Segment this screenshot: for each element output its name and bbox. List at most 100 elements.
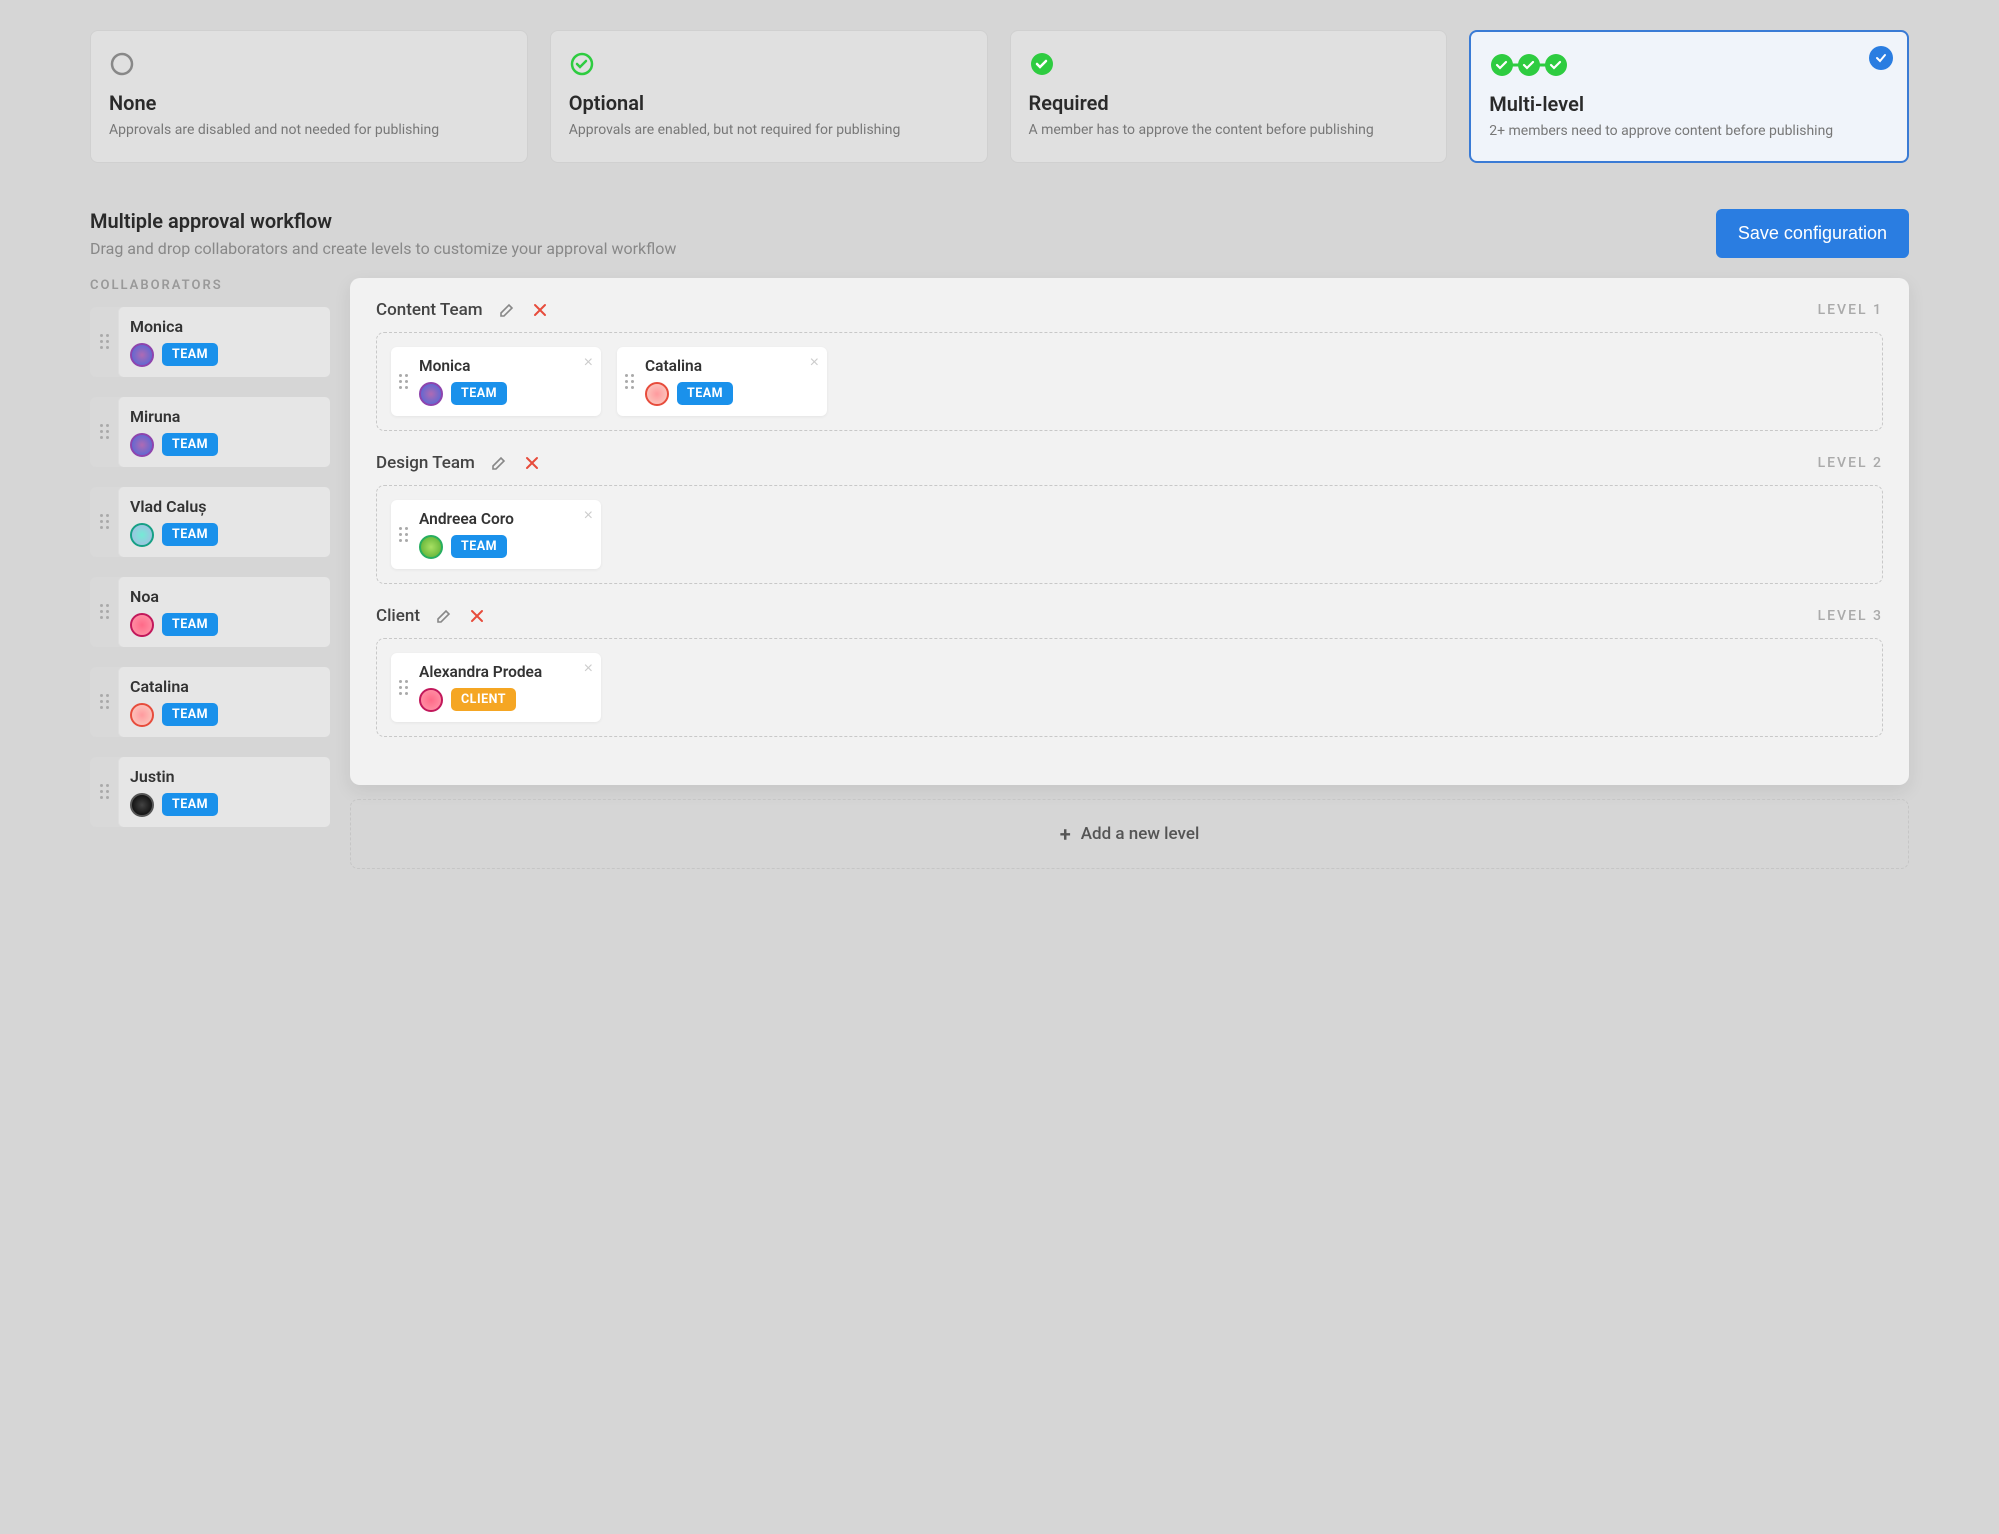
level-title: Design Team — [376, 453, 475, 473]
avatar — [645, 382, 669, 406]
option-none[interactable]: None Approvals are disabled and not need… — [90, 30, 528, 163]
avatar — [419, 535, 443, 559]
avatar — [130, 343, 154, 367]
selected-check-icon — [1869, 46, 1893, 70]
collaborator-card[interactable]: Justin TEAM — [90, 757, 330, 827]
level-member-chip[interactable]: ×Catalina TEAM — [617, 347, 827, 416]
drag-handle-icon[interactable] — [391, 527, 415, 542]
level-member-chip[interactable]: ×Monica TEAM — [391, 347, 601, 416]
check-outline-icon — [569, 51, 969, 77]
avatar — [419, 382, 443, 406]
check-badge-icon — [1029, 51, 1429, 77]
role-badge: TEAM — [677, 382, 733, 405]
drag-handle-icon[interactable] — [617, 374, 641, 389]
option-title: None — [109, 91, 509, 115]
role-badge: TEAM — [451, 382, 507, 405]
level-dropzone[interactable]: ×Alexandra Prodea CLIENT — [376, 638, 1883, 737]
role-badge: TEAM — [162, 793, 218, 816]
drag-handle-icon[interactable] — [391, 374, 415, 389]
edit-level-icon[interactable] — [497, 300, 517, 320]
collaborator-card[interactable]: Catalina TEAM — [90, 667, 330, 737]
approval-level: Content TeamLEVEL 1×MonicaTEAM×CatalinaT… — [376, 300, 1883, 431]
circle-icon — [109, 51, 509, 77]
level-number: LEVEL 1 — [1818, 302, 1883, 318]
workflow-header: Multiple approval workflow Drag and drop… — [90, 209, 1909, 258]
option-desc: A member has to approve the content befo… — [1029, 121, 1429, 140]
collaborator-name: Catalina — [130, 677, 318, 696]
collaborator-name: Miruna — [130, 407, 318, 426]
role-badge: TEAM — [162, 433, 218, 456]
level-number: LEVEL 3 — [1818, 608, 1883, 624]
approval-level: Design Team LEVEL 2 ×Andreea Coro TEAM — [376, 453, 1883, 584]
level-number: LEVEL 2 — [1818, 455, 1883, 471]
level-dropzone[interactable]: ×MonicaTEAM×CatalinaTEAM — [376, 332, 1883, 431]
level-member-chip[interactable]: ×Andreea Coro TEAM — [391, 500, 601, 569]
avatar — [130, 793, 154, 817]
member-name: Monica — [419, 357, 589, 375]
option-title: Optional — [569, 91, 969, 115]
avatar — [130, 613, 154, 637]
option-title: Required — [1029, 91, 1429, 115]
drag-handle-icon[interactable] — [90, 604, 118, 619]
option-desc: 2+ members need to approve content befor… — [1489, 122, 1889, 141]
remove-member-icon[interactable]: × — [584, 355, 593, 371]
drag-handle-icon[interactable] — [90, 784, 118, 799]
collaborator-name: Monica — [130, 317, 318, 336]
role-badge: TEAM — [162, 703, 218, 726]
collaborators-label: COLLABORATORS — [90, 278, 330, 293]
avatar — [130, 703, 154, 727]
add-level-button[interactable]: + Add a new level — [350, 799, 1909, 869]
drag-handle-icon[interactable] — [90, 334, 118, 349]
collaborator-name: Vlad Caluș — [130, 497, 318, 516]
role-badge: TEAM — [451, 535, 507, 558]
plus-icon: + — [1060, 822, 1071, 846]
remove-member-icon[interactable]: × — [810, 355, 819, 371]
delete-level-icon[interactable] — [468, 607, 486, 625]
delete-level-icon[interactable] — [531, 301, 549, 319]
level-title: Content Team — [376, 300, 483, 320]
approval-options: None Approvals are disabled and not need… — [90, 30, 1909, 163]
drag-handle-icon[interactable] — [90, 694, 118, 709]
level-member-chip[interactable]: ×Alexandra Prodea CLIENT — [391, 653, 601, 722]
approval-level: Client LEVEL 3 ×Alexandra Prodea CLIENT — [376, 606, 1883, 737]
avatar — [130, 523, 154, 547]
role-badge: TEAM — [162, 613, 218, 636]
levels-panel: Content TeamLEVEL 1×MonicaTEAM×CatalinaT… — [350, 278, 1909, 785]
avatar — [419, 688, 443, 712]
level-title: Client — [376, 606, 420, 626]
delete-level-icon[interactable] — [523, 454, 541, 472]
remove-member-icon[interactable]: × — [584, 508, 593, 524]
section-subtitle: Drag and drop collaborators and create l… — [90, 239, 676, 258]
option-multilevel[interactable]: Multi-level 2+ members need to approve c… — [1469, 30, 1909, 163]
remove-member-icon[interactable]: × — [584, 661, 593, 677]
option-required[interactable]: Required A member has to approve the con… — [1010, 30, 1448, 163]
role-badge: TEAM — [162, 343, 218, 366]
edit-level-icon[interactable] — [434, 606, 454, 626]
member-name: Alexandra Prodea — [419, 663, 589, 681]
collaborator-card[interactable]: Monica TEAM — [90, 307, 330, 377]
option-desc: Approvals are enabled, but not required … — [569, 121, 969, 140]
collaborator-card[interactable]: Vlad Caluș TEAM — [90, 487, 330, 557]
role-badge: TEAM — [162, 523, 218, 546]
drag-handle-icon[interactable] — [90, 514, 118, 529]
drag-handle-icon[interactable] — [391, 680, 415, 695]
save-configuration-button[interactable]: Save configuration — [1716, 209, 1909, 258]
edit-level-icon[interactable] — [489, 453, 509, 473]
multi-check-icon — [1489, 52, 1889, 78]
option-desc: Approvals are disabled and not needed fo… — [109, 121, 509, 140]
member-name: Catalina — [645, 357, 815, 375]
option-optional[interactable]: Optional Approvals are enabled, but not … — [550, 30, 988, 163]
collaborators-sidebar: COLLABORATORS MonicaTEAMMirunaTEAMVlad C… — [90, 278, 330, 847]
collaborator-name: Noa — [130, 587, 318, 606]
avatar — [130, 433, 154, 457]
member-name: Andreea Coro — [419, 510, 589, 528]
section-title: Multiple approval workflow — [90, 209, 676, 233]
collaborator-card[interactable]: Miruna TEAM — [90, 397, 330, 467]
level-dropzone[interactable]: ×Andreea Coro TEAM — [376, 485, 1883, 584]
option-title: Multi-level — [1489, 92, 1889, 116]
add-level-label: Add a new level — [1081, 824, 1200, 844]
role-badge: CLIENT — [451, 688, 516, 711]
drag-handle-icon[interactable] — [90, 424, 118, 439]
collaborator-card[interactable]: Noa TEAM — [90, 577, 330, 647]
collaborator-name: Justin — [130, 767, 318, 786]
